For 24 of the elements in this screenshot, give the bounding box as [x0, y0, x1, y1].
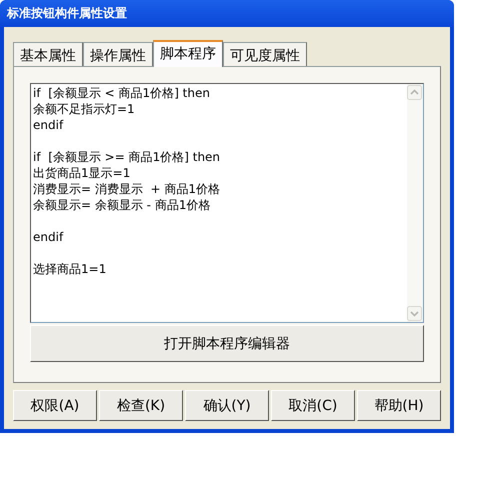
script-line: 消费显示= 消费显示 + 商品1价格: [33, 181, 220, 197]
dialog-button[interactable]: 帮助(H): [357, 390, 441, 421]
dialog-button[interactable]: 权限(A): [13, 390, 97, 421]
open-editor-button[interactable]: 打开脚本程序编辑器: [30, 325, 424, 362]
dialog-button[interactable]: 取消(C): [271, 390, 355, 421]
tab[interactable]: 操作属性: [83, 42, 153, 66]
tab[interactable]: 脚本程序: [153, 40, 223, 67]
scroll-up-icon[interactable]: [407, 85, 422, 100]
tab[interactable]: 基本属性: [13, 42, 83, 66]
window-title: 标准按钮构件属性设置: [7, 5, 127, 22]
script-line: if [余额显示 < 商品1价格] then: [33, 85, 210, 101]
script-line: 余额不足指示灯=1: [33, 101, 135, 117]
script-line: endif: [33, 117, 64, 133]
script-line: 出货商品1显示=1: [33, 165, 130, 181]
scrollbar[interactable]: [407, 84, 423, 322]
script-line: 余额显示= 余额显示 - 商品1价格: [33, 197, 210, 213]
script-line: 选择商品1=1: [33, 261, 106, 277]
dialog-button[interactable]: 确认(Y): [185, 390, 269, 421]
script-editor[interactable]: if [余额显示 < 商品1价格] then 余额不足指示灯=1 endif if [余额显示 >= 商品1价格] then 出货商品1显示=1 消费显示= 消费显示 + 商品1价格 余额显示= 余额显示 - 商品1价格 endif 选择商品1=1: [30, 83, 424, 323]
dialog-button[interactable]: 检查(K): [99, 390, 183, 421]
script-line: if [余额显示 >= 商品1价格] then: [33, 149, 220, 165]
tab[interactable]: 可见度属性: [223, 42, 307, 66]
scroll-down-icon[interactable]: [407, 306, 422, 321]
script-line: endif: [33, 229, 64, 245]
